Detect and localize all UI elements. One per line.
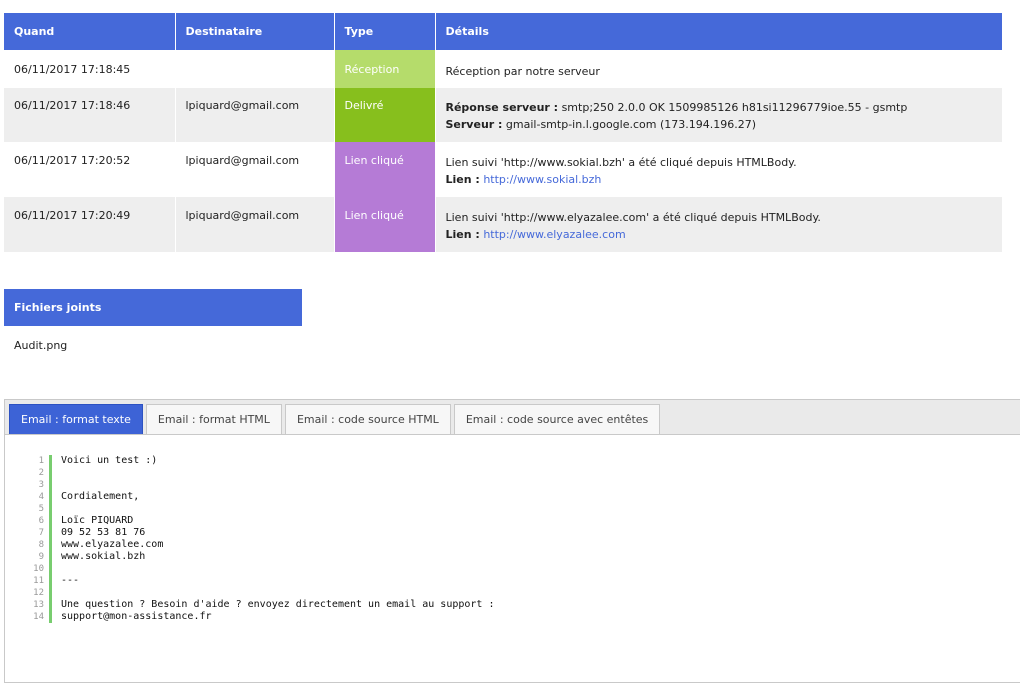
tab-format-html[interactable]: Email : format HTML (145, 404, 282, 434)
event-date: 06/11/2017 17:18:46 (4, 88, 176, 142)
code-line: Loïc PIQUARD (61, 515, 134, 526)
line-number: 5 (38, 504, 44, 514)
details-value: smtp;250 2.0.0 OK 1509985126 h81si112967… (558, 101, 908, 114)
events-header-row: Quand Destinataire Type Détails (4, 13, 1002, 50)
event-date: 06/11/2017 17:20:52 (4, 142, 176, 197)
details-label: Serveur : (445, 118, 503, 131)
line-number: 8 (38, 540, 44, 550)
line-number: 13 (33, 600, 44, 610)
tab-code-source-entetes[interactable]: Email : code source avec entêtes (453, 404, 661, 434)
attachments-header: Fichiers joints (4, 289, 302, 326)
details-label: Réponse serveur : (445, 101, 559, 114)
code-line: Cordialement, (61, 491, 140, 502)
attachment-file-link[interactable]: Audit.png (14, 339, 67, 352)
event-details: Réception par notre serveur (435, 50, 1002, 88)
table-row: 06/11/2017 17:20:52 lpiquard@gmail.com L… (4, 142, 1002, 197)
line-number: 11 (33, 576, 44, 586)
details-label: Lien : (445, 173, 480, 186)
details-label: Lien : (445, 228, 480, 241)
tab-code-source-html[interactable]: Email : code source HTML (284, 404, 451, 434)
line-number: 2 (38, 468, 44, 478)
event-details: Lien suivi 'http://www.sokial.bzh' a été… (435, 142, 1002, 197)
code-viewer: 1 Voici un test :) 2 3 4 Cordialement, 5 6… (29, 455, 494, 623)
table-row: 06/11/2017 17:20:49 lpiquard@gmail.com L… (4, 197, 1002, 252)
tab-format-texte[interactable]: Email : format texte (9, 404, 143, 434)
email-tabs: Email : format texte Email : format HTML… (5, 400, 1020, 435)
event-recipient: lpiquard@gmail.com (175, 142, 335, 197)
line-number: 12 (33, 588, 44, 598)
details-link[interactable]: http://www.elyazalee.com (483, 228, 625, 241)
line-number: 14 (33, 612, 44, 622)
column-header-destinataire: Destinataire (175, 13, 335, 50)
details-text: Lien suivi 'http://www.elyazalee.com' a … (445, 211, 821, 224)
line-number: 10 (33, 564, 44, 574)
code-line: support@mon-assistance.fr (61, 611, 212, 622)
event-recipient: lpiquard@gmail.com (175, 88, 335, 142)
code-line: www.sokial.bzh (61, 551, 146, 562)
code-line: www.elyazalee.com (61, 539, 164, 550)
line-number: 6 (38, 516, 44, 526)
details-text: Réception par notre serveur (445, 65, 600, 78)
event-type-badge: Lien cliqué (334, 142, 436, 197)
event-details: Lien suivi 'http://www.elyazalee.com' a … (435, 197, 1002, 252)
code-line: Voici un test :) (61, 455, 158, 466)
line-number: 4 (38, 492, 44, 502)
event-details: Réponse serveur : smtp;250 2.0.0 OK 1509… (435, 88, 1002, 142)
event-date: 06/11/2017 17:20:49 (4, 197, 176, 252)
details-value: gmail-smtp-in.l.google.com (173.194.196.… (502, 118, 757, 131)
event-recipient (175, 50, 335, 88)
event-recipient: lpiquard@gmail.com (175, 197, 335, 252)
code-line: Une question ? Besoin d'aide ? envoyez d… (61, 599, 495, 610)
table-row: 06/11/2017 17:18:46 lpiquard@gmail.com D… (4, 88, 1002, 142)
line-number: 7 (38, 528, 44, 538)
column-header-quand: Quand (4, 13, 176, 50)
details-text: Lien suivi 'http://www.sokial.bzh' a été… (445, 156, 797, 169)
column-header-type: Type (334, 13, 436, 50)
code-line: --- (61, 575, 80, 586)
column-header-details: Détails (435, 13, 1002, 50)
event-type-badge: Delivré (334, 88, 436, 142)
code-line: 09 52 53 81 76 (61, 527, 146, 538)
email-content-panel: Email : format texte Email : format HTML… (4, 399, 1020, 683)
event-type-badge: Lien cliqué (334, 197, 436, 252)
line-number: 3 (38, 480, 44, 490)
details-link[interactable]: http://www.sokial.bzh (483, 173, 601, 186)
event-type-badge: Réception (334, 50, 436, 88)
line-number: 9 (38, 552, 44, 562)
events-table: Quand Destinataire Type Détails 06/11/20… (4, 13, 1002, 252)
line-number: 1 (38, 456, 44, 466)
event-date: 06/11/2017 17:18:45 (4, 50, 176, 88)
table-row: 06/11/2017 17:18:45 Réception Réception … (4, 50, 1002, 88)
